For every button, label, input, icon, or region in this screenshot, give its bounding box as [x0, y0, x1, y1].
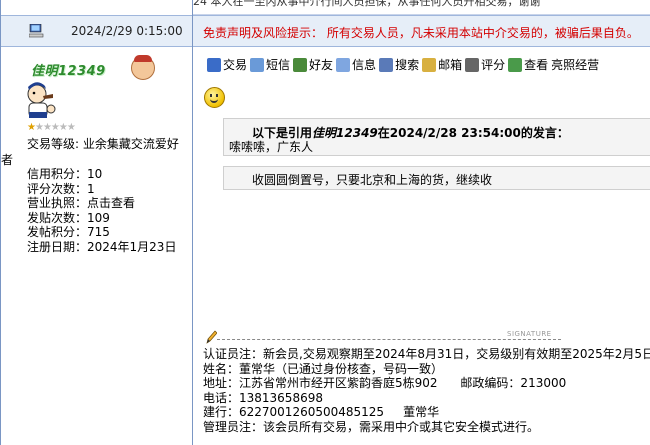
signature-label: SIGNATURE — [507, 330, 552, 338]
toolbar-button[interactable]: 查看 — [508, 56, 548, 73]
quote-user[interactable]: 佳明12349 — [312, 126, 378, 140]
signature-line: 建行：6227001260500485125 董常华 — [203, 405, 440, 419]
profile-row-label: 注册日期： — [27, 239, 88, 254]
friends-icon — [293, 58, 308, 72]
profile-row: 发贴次数：109 — [27, 211, 110, 226]
star-icon: ★ — [58, 122, 68, 133]
quote-text: 嗦嗦嗦，广东人 — [229, 140, 314, 154]
post-toolbar: 交易 短信 好友 信息 搜索 邮箱 评分 查看 亮照经营 — [207, 56, 602, 73]
trade-level: 交易等级: 业余集藏交流爱好 — [27, 137, 179, 152]
reply-text: 收圆圆倒置号，只要北京和上海的货，继续收 — [252, 173, 493, 187]
risk-disclaimer: 免责声明及风险提示： 所有交易人员，凡未采用本站中介交易的，被骗后果自负。 — [203, 26, 639, 40]
author-small-avatar-icon — [131, 55, 155, 80]
quote-suffix: 在2024/2/28 23:54:00的发言： — [377, 126, 569, 140]
pencil-icon — [206, 330, 217, 344]
column-divider — [192, 0, 193, 445]
star-icon: ★ — [42, 122, 52, 133]
profile-row: 评分次数：1 — [27, 182, 95, 197]
rate-icon — [465, 58, 480, 72]
toolbar-button-label: 交易 — [223, 58, 248, 72]
toolbar-button[interactable]: 邮箱 — [422, 56, 462, 73]
toolbar-button-label: 查看 — [524, 58, 549, 72]
profile-row: 注册日期：2024年1月23日 — [27, 240, 176, 255]
toolbar-button-label: 搜索 — [395, 58, 420, 72]
profile-row-label: 发帖积分： — [27, 225, 88, 239]
smiley-emoticon-icon — [204, 87, 225, 108]
star-icon: ★ — [50, 122, 60, 133]
profile-row: 营业执照：点击查看 — [27, 196, 135, 211]
signature-line: 认证员注：新会员,交易观察期至2024年8月31日，交易级别有效期至2025年2… — [203, 347, 650, 361]
toolbar-button-label: 邮箱 — [438, 58, 463, 72]
signature-line: 管理员注：该会员所有交易，需采用中介或其它安全模式进行。 — [203, 419, 540, 434]
clipped-edge-text: 者 — [1, 153, 14, 167]
profile-row-value: 10 — [87, 167, 103, 181]
toolbar-button[interactable]: 交易 — [207, 56, 247, 73]
previous-post-tail: 24 本人在一至内从事中介行间人员担保，从事任何人员升相交易，谢谢 — [193, 0, 650, 15]
star-icon: ★ — [34, 122, 44, 133]
toolbar-button[interactable]: 亮照经营 — [551, 56, 599, 73]
author-username[interactable]: 佳明12349 — [31, 60, 106, 79]
page-frame: 24 本人在一至内从事中介行间人员担保，从事任何人员升相交易，谢谢 2024/2… — [0, 0, 650, 445]
profile-row-label: 发贴次数： — [27, 210, 88, 225]
signature-block: 认证员注：新会员,交易观察期至2024年8月31日，交易级别有效期至2025年2… — [203, 347, 650, 434]
profile-row-value[interactable]: 点击查看 — [87, 196, 135, 210]
profile-row-value: 1 — [87, 181, 95, 196]
star-icon: ★ — [66, 122, 76, 133]
mail-icon — [422, 58, 437, 72]
trade-level-label: 交易等级: — [27, 137, 80, 151]
trade-level-value: 业余集藏交流爱好 — [82, 137, 179, 151]
signature-line: 地址：江苏省常州市经开区紫韵香庭5栋902 邮政编码：213000 — [203, 376, 567, 390]
reply-box: 收圆圆倒置号，只要北京和上海的货，继续收 — [223, 166, 650, 190]
toolbar-button[interactable]: 评分 — [465, 56, 505, 73]
profile-row: 发帖积分：715 — [27, 225, 110, 240]
quote-box: 以下是引用佳明12349在2024/2/28 23:54:00的发言： 嗦嗦嗦，… — [223, 118, 650, 156]
computer-icon — [29, 24, 44, 38]
toolbar-button-label: 评分 — [481, 58, 506, 72]
toolbar-button[interactable]: 信息 — [336, 56, 376, 73]
author-avatar-icon — [27, 82, 56, 118]
toolbar-button[interactable]: 搜索 — [379, 56, 419, 73]
search-icon — [379, 58, 394, 72]
toolbar-button-label: 亮照经营 — [551, 58, 600, 72]
toolbar-button[interactable]: 好友 — [293, 56, 333, 73]
toolbar-button[interactable]: 短信 — [250, 56, 290, 73]
author-profile: 佳明12349 ★★★★★★ 交易等级: 业余集藏交流爱好 信用积分：10 评分次… — [1, 46, 192, 445]
info-icon — [336, 58, 351, 72]
signature-divider — [217, 339, 561, 340]
rating-stars: ★★★★★★ — [27, 122, 76, 133]
signature-line: 电话：13813658698 — [203, 390, 323, 405]
profile-row-value: 715 — [87, 225, 110, 239]
profile-row-label: 营业执照： — [27, 196, 88, 210]
star-icon: ★ — [27, 122, 36, 133]
toolbar-button-label: 短信 — [266, 58, 291, 72]
post-datetime: 2024/2/29 0:15:00 — [71, 24, 183, 38]
post-header-row: 2024/2/29 0:15:00 免责声明及风险提示： 所有交易人员，凡未采用… — [1, 15, 650, 47]
view-icon — [508, 58, 523, 72]
toolbar-button-label: 信息 — [352, 58, 377, 72]
shield-icon — [207, 58, 221, 72]
toolbar-button-label: 好友 — [309, 58, 334, 72]
profile-row-value: 109 — [87, 210, 110, 225]
profile-row-value: 2024年1月23日 — [87, 239, 177, 254]
message-icon — [250, 58, 265, 72]
signature-line: 姓名：董常华（已通过身份核查，号码一致） — [203, 361, 444, 376]
profile-row: 信用积分：10 — [27, 167, 102, 182]
profile-row-label: 信用积分： — [27, 167, 88, 181]
profile-row-label: 评分次数： — [27, 181, 88, 196]
